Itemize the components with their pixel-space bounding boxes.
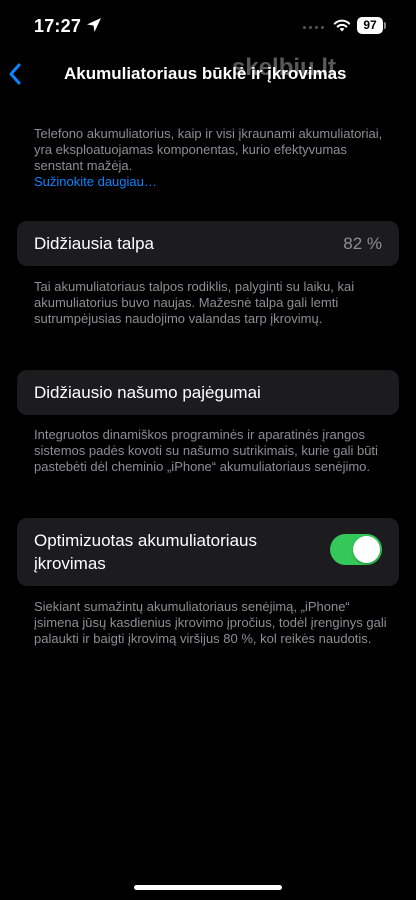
navigation-bar: Akumuliatoriaus būklė ir įkrovimas: [0, 52, 416, 96]
intro-text: Telefono akumuliatorius, kaip ir visi įk…: [34, 126, 383, 173]
status-bar: 17:27 97: [0, 0, 416, 50]
peak-performance-label: Didžiausio našumo pajėgumai: [34, 383, 261, 402]
optimized-charging-label: Optimizuotas akumuliatoriaus įkrovimas: [34, 531, 257, 573]
optimized-charging-description: Siekiant sumažintų akumuliatoriaus senėj…: [34, 599, 387, 646]
toggle-knob: [353, 536, 380, 563]
peak-performance-description: Integruotos dinamiškos programinės ir ap…: [34, 427, 378, 474]
home-indicator[interactable]: [134, 885, 282, 890]
max-capacity-description: Tai akumuliatoriaus talpos rodiklis, pal…: [34, 279, 355, 326]
chevron-left-icon[interactable]: [8, 62, 22, 86]
max-capacity-row: Didžiausia talpa 82 %: [17, 221, 399, 266]
learn-more-link[interactable]: Sužinokite daugiau…: [34, 174, 388, 190]
battery-level: 97: [357, 17, 383, 34]
optimized-charging-toggle[interactable]: [330, 534, 382, 565]
max-capacity-label: Didžiausia talpa: [34, 234, 155, 253]
battery-icon: 97: [357, 17, 387, 34]
max-capacity-value: 82 %: [343, 234, 382, 253]
optimized-charging-row: Optimizuotas akumuliatoriaus įkrovimas: [17, 518, 399, 586]
signal-dots-icon: [303, 26, 325, 32]
watermark-logo: skelbiu.lt: [232, 54, 337, 81]
intro-section: Telefono akumuliatorius, kaip ir visi įk…: [34, 126, 388, 190]
wifi-icon: [333, 19, 351, 32]
status-time: 17:27: [34, 16, 82, 36]
peak-performance-row[interactable]: Didžiausio našumo pajėgumai: [17, 370, 399, 415]
location-arrow-icon: [87, 18, 101, 32]
